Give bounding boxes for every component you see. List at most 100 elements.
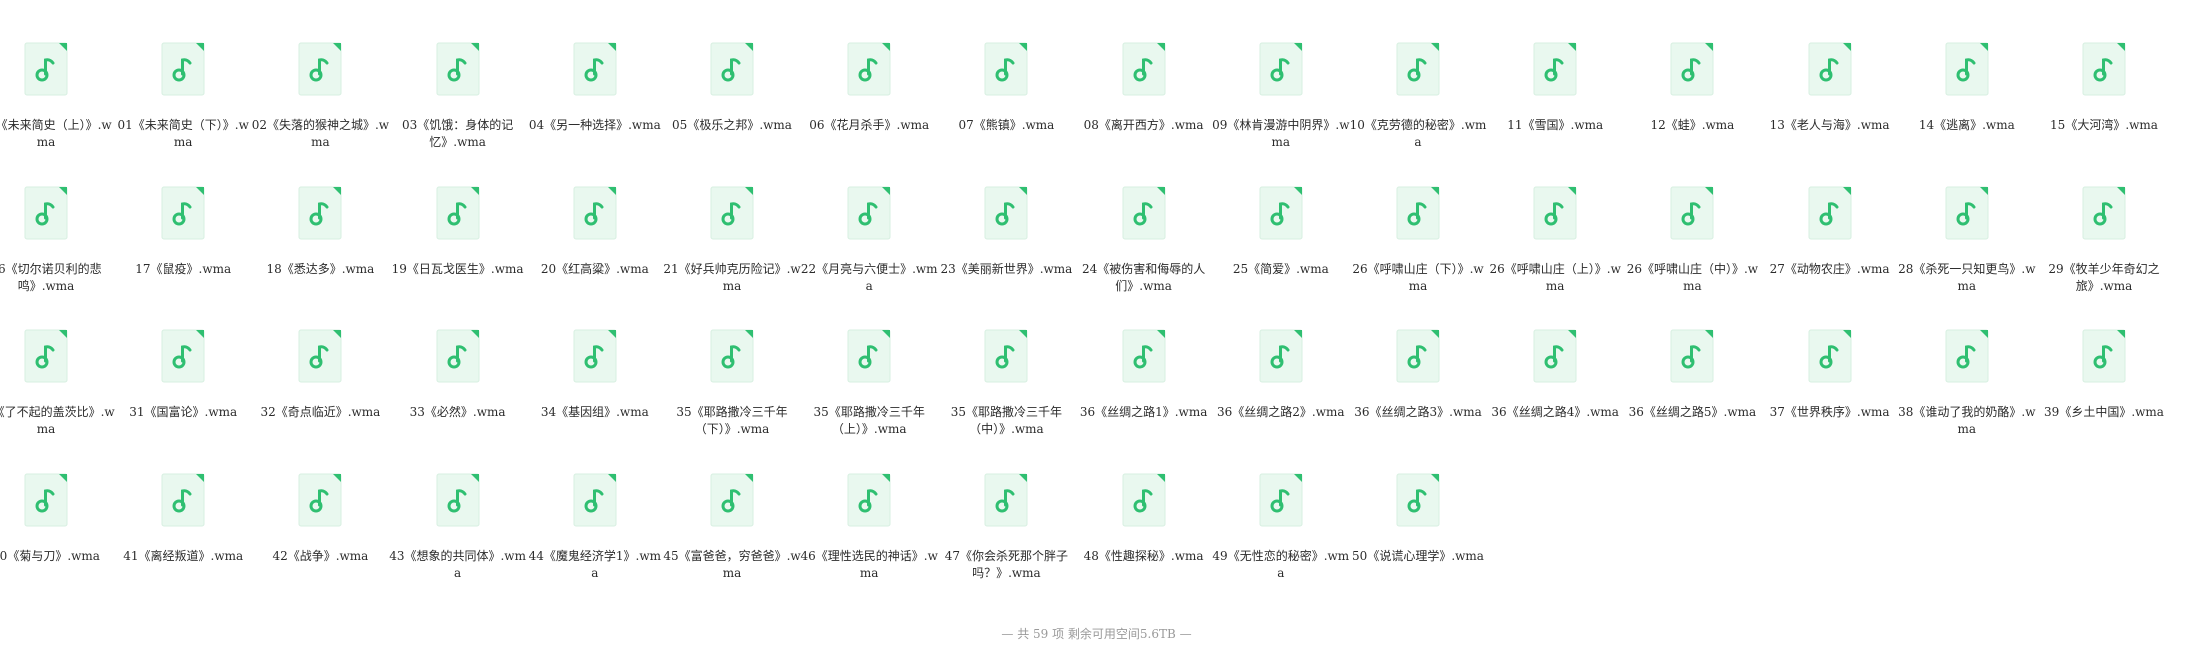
file-item[interactable]: 20《红高粱》.wma [526,144,664,276]
file-item[interactable]: 36《丝绸之路1》.wma [1075,287,1213,419]
audio-file-icon [1670,186,1714,240]
file-item[interactable]: 35《耶路撒冷三千年（上）》.wma [800,287,938,436]
file-item[interactable]: 16《切尔诺贝利的悲鸣》.wma [0,144,115,293]
audio-file-icon [1533,42,1577,96]
audio-file-icon [24,42,68,96]
file-item[interactable]: 10《克劳德的秘密》.wma [1349,0,1487,149]
audio-file-icon [1259,42,1303,96]
file-item[interactable]: 19《日瓦戈医生》.wma [389,144,527,276]
file-item[interactable]: 23《美丽新世界》.wma [937,144,1075,276]
file-item[interactable]: 12《蛙》.wma [1623,0,1761,132]
file-item[interactable]: 05《极乐之邦》.wma [663,0,801,132]
file-item[interactable]: 26《呼啸山庄（中）》.wma [1623,144,1761,293]
audio-file-icon [710,42,754,96]
file-item[interactable]: 25《简爱》.wma [1212,144,1350,276]
audio-file-icon [1670,329,1714,383]
file-item[interactable]: 35《耶路撒冷三千年（中）》.wma [937,287,1075,436]
audio-file-icon [1945,186,1989,240]
audio-file-icon [984,329,1028,383]
file-name: 40《菊与刀》.wma [0,548,100,563]
file-item[interactable]: 36《丝绸之路4》.wma [1486,287,1624,419]
file-item[interactable]: 24《被伤害和侮辱的人们》.wma [1075,144,1213,293]
file-item[interactable]: 30《了不起的盖茨比》.wma [0,287,115,436]
audio-file-icon [1533,186,1577,240]
audio-file-icon [1670,42,1714,96]
file-name: 11《雪国》.wma [1507,118,1604,132]
file-item[interactable]: 08《离开西方》.wma [1075,0,1213,132]
audio-file-icon [573,186,617,240]
audio-file-icon [2082,186,2126,240]
file-item[interactable]: 01《未来简史（下）》.wma [114,0,252,149]
file-item[interactable]: 26《呼啸山庄（下）》.wma [1349,144,1487,293]
file-item[interactable]: 37《世界秩序》.wma [1761,287,1899,419]
audio-file-icon [710,329,754,383]
file-item[interactable]: 15《大河湾》.wma [2035,0,2173,132]
file-item[interactable]: 33《必然》.wma [389,287,527,419]
audio-file-icon [1396,186,1440,240]
file-item[interactable]: 43《想象的共同体》.wma [389,431,527,580]
file-item[interactable]: 22《月亮与六便士》.wma [800,144,938,293]
file-item[interactable]: 07《熊镇》.wma [937,0,1075,132]
file-item[interactable]: 49《无性恋的秘密》.wma [1212,431,1350,580]
file-item[interactable]: 13《老人与海》.wma [1761,0,1899,132]
audio-file-icon [1259,473,1303,527]
file-item[interactable]: 41《离经叛道》.wma [114,431,252,563]
file-item[interactable]: 21《好兵帅克历险记》.wma [663,144,801,293]
file-item[interactable]: 03《饥饿：身体的记忆》.wma [389,0,527,149]
audio-file-icon [1533,329,1577,383]
file-name: 43《想象的共同体》.wma [389,548,526,580]
file-name: 25《简爱》.wma [1232,261,1329,276]
file-name: 06《花月杀手》.wma [809,118,930,132]
audio-file-icon [2082,42,2126,96]
file-item[interactable]: 42《战争》.wma [251,431,389,563]
file-item[interactable]: 06《花月杀手》.wma [800,0,938,132]
file-item[interactable]: 35《耶路撒冷三千年（下）》.wma [663,287,801,436]
file-item[interactable]: 39《乡土中国》.wma [2035,287,2173,419]
file-name: 13《老人与海》.wma [1769,118,1890,132]
file-item[interactable]: 45《富爸爸，穷爸爸》.wma [663,431,801,580]
file-name: 48《性趣探秘》.wma [1083,548,1204,563]
file-item[interactable]: 36《丝绸之路3》.wma [1349,287,1487,419]
file-item[interactable]: 28《杀死一只知更鸟》.wma [1898,144,2036,293]
file-name: 12《蛙》.wma [1650,118,1735,132]
audio-file-icon [573,473,617,527]
file-name: 33《必然》.wma [409,405,506,419]
file-item[interactable]: 14《逃离》.wma [1898,0,2036,132]
file-item[interactable]: 46《理性选民的神话》.wma [800,431,938,580]
audio-file-icon [298,42,342,96]
file-item[interactable]: 38《谁动了我的奶酪》.wma [1898,287,2036,436]
file-item[interactable]: 44《魔鬼经济学1》.wma [526,431,664,580]
file-name: 34《基因组》.wma [540,405,649,419]
file-item[interactable]: 47《你会杀死那个胖子吗？》.wma [937,431,1075,580]
file-item[interactable]: 11《雪国》.wma [1486,0,1624,132]
file-item[interactable]: 01《未来简史（上）》.wma [0,0,115,149]
file-name: 17《鼠疫》.wma [135,261,232,276]
audio-file-icon [1122,473,1166,527]
file-item[interactable]: 31《国富论》.wma [114,287,252,419]
file-item[interactable]: 32《奇点临近》.wma [251,287,389,419]
file-item[interactable]: 02《失落的猴神之城》.wma [251,0,389,149]
file-name: 50《说谎心理学》.wma [1352,548,1484,563]
audio-file-icon [1808,186,1852,240]
file-item[interactable]: 17《鼠疫》.wma [114,144,252,276]
file-item[interactable]: 09《林肯漫游中阴界》.wma [1212,0,1350,149]
file-name: 15《大河湾》.wma [2050,118,2158,132]
file-item[interactable]: 36《丝绸之路5》.wma [1623,287,1761,419]
file-name: 39《乡土中国》.wma [2044,405,2164,419]
file-name: 18《悉达多》.wma [266,261,375,276]
file-item[interactable]: 18《悉达多》.wma [251,144,389,276]
file-item[interactable]: 29《牧羊少年奇幻之旅》.wma [2035,144,2173,293]
file-name: 07《熊镇》.wma [958,118,1055,132]
file-name: 31《国富论》.wma [129,405,238,419]
file-item[interactable]: 26《呼啸山庄（上）》.wma [1486,144,1624,293]
file-item[interactable]: 50《说谎心理学》.wma [1349,431,1487,563]
audio-file-icon [1945,329,1989,383]
audio-file-icon [436,42,480,96]
file-item[interactable]: 34《基因组》.wma [526,287,664,419]
file-item[interactable]: 48《性趣探秘》.wma [1075,431,1213,563]
file-item[interactable]: 36《丝绸之路2》.wma [1212,287,1350,419]
file-item[interactable]: 04《另一种选择》.wma [526,0,664,132]
file-item[interactable]: 27《动物农庄》.wma [1761,144,1899,276]
file-item[interactable]: 40《菊与刀》.wma [0,431,115,563]
file-name: 05《极乐之邦》.wma [672,118,792,132]
